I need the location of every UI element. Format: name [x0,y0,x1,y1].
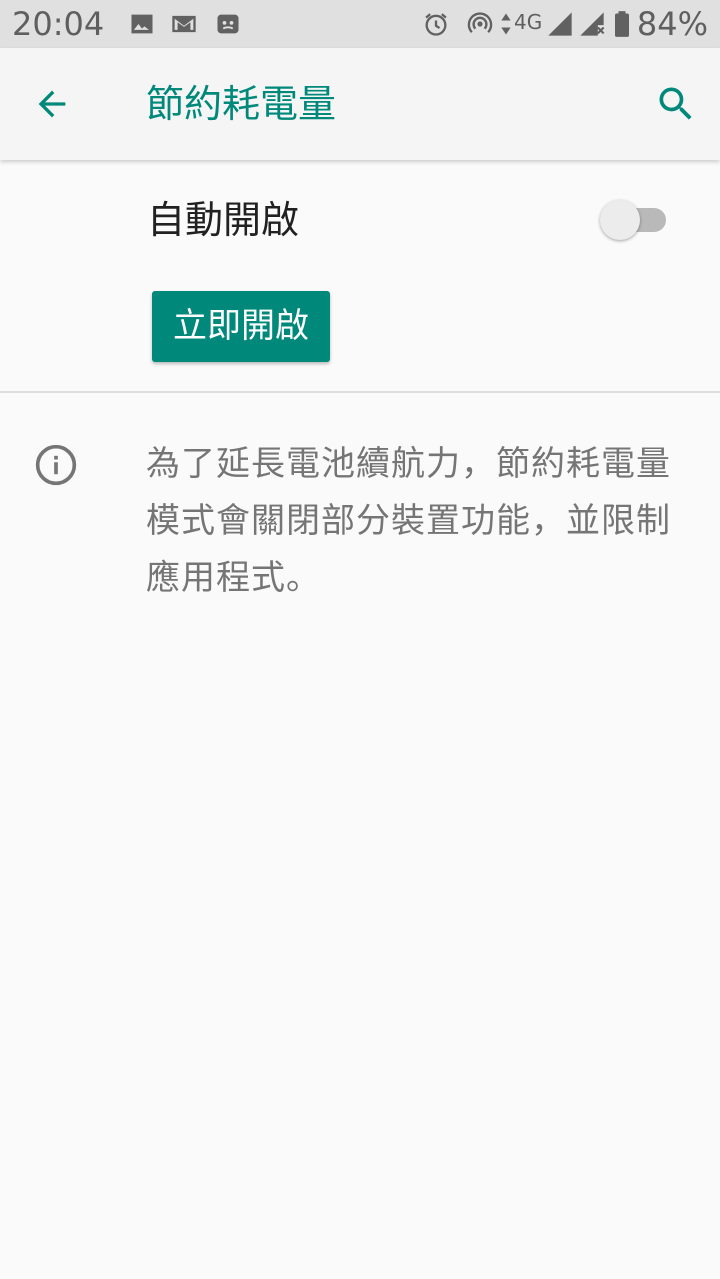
switch-thumb [600,200,640,240]
back-button[interactable] [24,76,80,132]
image-icon [131,14,153,34]
battery-percent: 84% [636,5,708,43]
data-arrows-icon [501,13,511,35]
hotspot-icon [467,12,493,33]
search-icon [659,87,692,120]
info-description: 為了延長電池續航力，節約耗電量模式會關閉部分裝置功能，並限制應用程式。 [146,444,671,598]
auto-turn-on-switch[interactable] [600,200,670,240]
divider [0,391,720,393]
status-bar: 20:04 4G 84% [0,0,720,48]
status-time: 20:04 [12,5,105,43]
battery-icon [615,11,629,37]
arrow-back-icon [38,90,66,118]
search-button[interactable] [648,76,704,132]
auto-turn-on-row[interactable]: 自動開啟 [0,160,720,280]
notification-icon [217,14,239,34]
network-type: 4G [514,10,543,34]
alarm-icon [425,13,447,36]
auto-turn-on-label: 自動開啟 [147,198,300,242]
battery-saver-screen: 20:04 4G 84% 節約耗電量 自動開啟 立即開啟 為了延長電池續航力，節… [0,0,720,1279]
signal-no-sim-icon [580,12,605,36]
gmail-icon [172,15,196,33]
app-bar: 節約耗電量 [0,48,720,160]
signal-icon [548,12,572,36]
page-title: 節約耗電量 [146,82,337,126]
info-icon [35,444,77,486]
turn-on-now-button[interactable]: 立即開啟 [152,291,330,362]
